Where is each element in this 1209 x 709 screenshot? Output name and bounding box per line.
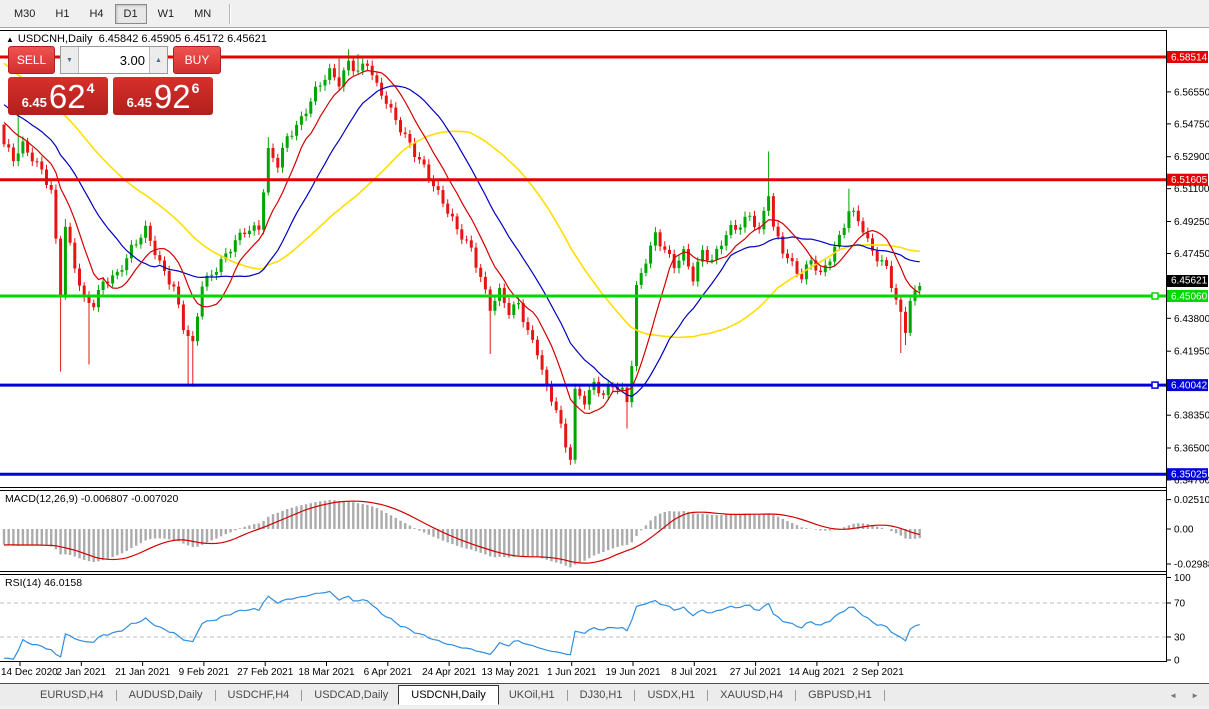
buy-price-digits: 92 bbox=[153, 78, 191, 115]
svg-text:6.47450: 6.47450 bbox=[1174, 249, 1209, 260]
svg-text:6.52900: 6.52900 bbox=[1174, 152, 1209, 163]
svg-text:19 Jun 2021: 19 Jun 2021 bbox=[605, 667, 660, 678]
svg-text:6.49250: 6.49250 bbox=[1174, 217, 1209, 228]
tab-usdchf-h4[interactable]: USDCHF,H4 bbox=[218, 685, 300, 705]
tab-separator bbox=[301, 689, 303, 701]
svg-text:6.56550: 6.56550 bbox=[1174, 87, 1209, 98]
volume-increase-button[interactable]: ▲ bbox=[149, 47, 167, 73]
tab-separator bbox=[634, 689, 636, 701]
tab-scroll-right-icon[interactable]: ► bbox=[1191, 691, 1199, 700]
svg-text:6.51605: 6.51605 bbox=[1171, 175, 1208, 186]
svg-text:2 Sep 2021: 2 Sep 2021 bbox=[853, 667, 905, 678]
buy-price-pip: 6 bbox=[191, 80, 200, 96]
svg-text:0: 0 bbox=[1174, 656, 1180, 667]
chart-symbol-label: USDCNH,Daily bbox=[17, 33, 93, 45]
tab-separator bbox=[883, 689, 885, 701]
timeframe-toolbar: M30 H1 H4 D1 W1 MN bbox=[0, 0, 1209, 28]
svg-text:6.45621: 6.45621 bbox=[1171, 276, 1208, 287]
toolbar-separator bbox=[229, 3, 232, 24]
svg-text:21 Jan 2021: 21 Jan 2021 bbox=[115, 667, 170, 678]
svg-text:9 Feb 2021: 9 Feb 2021 bbox=[179, 667, 230, 678]
svg-text:8 Jul 2021: 8 Jul 2021 bbox=[671, 667, 718, 678]
tab-gbpusd-h1[interactable]: GBPUSD,H1 bbox=[798, 685, 882, 705]
sell-button[interactable]: SELL bbox=[8, 46, 55, 74]
timeframe-h4-button[interactable]: H4 bbox=[80, 4, 112, 24]
svg-text:6.41950: 6.41950 bbox=[1174, 347, 1209, 358]
tab-xauusd-h4[interactable]: XAUUSD,H4 bbox=[710, 685, 793, 705]
timeframe-h1-button[interactable]: H1 bbox=[46, 4, 78, 24]
tab-scroll-left-icon[interactable]: ◄ bbox=[1169, 691, 1177, 700]
svg-text:-0.029881: -0.029881 bbox=[1174, 560, 1209, 571]
macd-indicator-label: MACD(12,26,9) -0.006807 -0.007020 bbox=[5, 493, 179, 505]
timeframe-mn-button[interactable]: MN bbox=[185, 4, 220, 24]
buy-price-button[interactable]: 6.45 92 6 bbox=[113, 77, 213, 115]
volume-decrease-button[interactable]: ▼ bbox=[61, 47, 79, 73]
tab-separator bbox=[566, 689, 568, 701]
sell-price-button[interactable]: 6.45 62 4 bbox=[8, 77, 108, 115]
tab-separator bbox=[214, 689, 216, 701]
buy-price-prefix: 6.45 bbox=[126, 95, 152, 110]
svg-text:6.43800: 6.43800 bbox=[1174, 314, 1209, 325]
svg-text:30: 30 bbox=[1174, 633, 1186, 644]
terminal-window: M30 H1 H4 D1 W1 MN 6.56550 6.54750 6.52900… bbox=[0, 0, 1209, 709]
tab-usdcnh-daily[interactable]: USDCNH,Daily bbox=[398, 685, 499, 705]
timeframe-m30-button[interactable]: M30 bbox=[5, 4, 44, 24]
svg-text:14 Dec 2020: 14 Dec 2020 bbox=[1, 667, 58, 678]
sell-price-prefix: 6.45 bbox=[21, 95, 47, 110]
arrow-down-icon: ▼ bbox=[66, 56, 73, 64]
chart-tab-bar: EURUSD,H4 AUDUSD,Daily USDCHF,H4 USDCAD,… bbox=[0, 683, 1209, 706]
svg-text:14 Aug 2021: 14 Aug 2021 bbox=[789, 667, 846, 678]
svg-text:1 Jun 2021: 1 Jun 2021 bbox=[547, 667, 597, 678]
svg-text:6.36500: 6.36500 bbox=[1174, 444, 1209, 455]
volume-input[interactable] bbox=[79, 47, 149, 73]
svg-text:0.00: 0.00 bbox=[1174, 525, 1194, 536]
tab-audusd-daily[interactable]: AUDUSD,Daily bbox=[119, 685, 213, 705]
buy-button[interactable]: BUY bbox=[173, 46, 221, 74]
timeframe-d1-button[interactable]: D1 bbox=[114, 3, 147, 24]
arrow-up-icon: ▲ bbox=[155, 56, 162, 64]
svg-text:24 Apr 2021: 24 Apr 2021 bbox=[422, 667, 476, 678]
chart-ohlc-values: 6.45842 6.45905 6.45172 6.45621 bbox=[98, 33, 267, 45]
sell-price-digits: 62 bbox=[48, 78, 86, 115]
svg-text:6.40042: 6.40042 bbox=[1171, 381, 1208, 392]
tab-eurusd-h4[interactable]: EURUSD,H4 bbox=[30, 685, 114, 705]
svg-text:6 Apr 2021: 6 Apr 2021 bbox=[364, 667, 413, 678]
svg-text:13 May 2021: 13 May 2021 bbox=[481, 667, 539, 678]
one-click-trading-panel: SELL ▼ ▲ BUY 6.45 62 4 6.45 92 6 bbox=[8, 46, 224, 115]
svg-text:6.38350: 6.38350 bbox=[1174, 411, 1209, 422]
svg-text:0.025108: 0.025108 bbox=[1174, 495, 1209, 506]
volume-stepper: ▼ ▲ bbox=[60, 46, 168, 74]
timeframe-w1-button[interactable]: W1 bbox=[149, 4, 184, 24]
svg-text:100: 100 bbox=[1174, 573, 1191, 584]
tab-separator bbox=[115, 689, 117, 701]
tab-ukoil-h1[interactable]: UKOil,H1 bbox=[499, 685, 565, 705]
sell-price-pip: 4 bbox=[86, 80, 95, 96]
svg-text:6.58514: 6.58514 bbox=[1171, 53, 1208, 64]
svg-text:6.35025: 6.35025 bbox=[1171, 470, 1208, 481]
svg-text:27 Feb 2021: 27 Feb 2021 bbox=[237, 667, 294, 678]
tab-dj30-h1[interactable]: DJ30,H1 bbox=[570, 685, 633, 705]
svg-text:70: 70 bbox=[1174, 599, 1186, 610]
svg-text:6.45060: 6.45060 bbox=[1171, 292, 1208, 303]
tab-usdcad-daily[interactable]: USDCAD,Daily bbox=[304, 685, 398, 705]
svg-text:18 Mar 2021: 18 Mar 2021 bbox=[298, 667, 355, 678]
rsi-indicator-label: RSI(14) 46.0158 bbox=[5, 577, 83, 589]
tab-separator bbox=[795, 689, 797, 701]
svg-text:6.54750: 6.54750 bbox=[1174, 119, 1209, 130]
tab-usdx-h1[interactable]: USDX,H1 bbox=[637, 685, 705, 705]
svg-text:2 Jan 2021: 2 Jan 2021 bbox=[57, 667, 107, 678]
tab-separator bbox=[707, 689, 709, 701]
chart-title: ▲ USDCNH,Daily 6.45842 6.45905 6.45172 6.… bbox=[6, 33, 267, 45]
svg-text:27 Jul 2021: 27 Jul 2021 bbox=[730, 667, 782, 678]
triangle-marker-icon: ▲ bbox=[6, 35, 14, 44]
